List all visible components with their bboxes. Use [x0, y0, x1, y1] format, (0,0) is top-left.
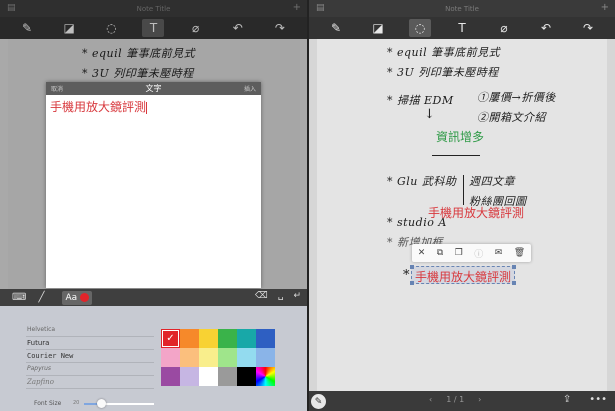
share-icon[interactable]: ⇪ [563, 394, 571, 405]
color-swatch[interactable] [237, 348, 256, 367]
handwriting-line: * 3U 列印筆未壓時程 [387, 66, 499, 79]
handwriting-line: 週四文章 [469, 175, 515, 188]
color-dot-icon [80, 293, 90, 302]
prev-page-button[interactable]: ‹ [429, 395, 432, 404]
undo-icon[interactable]: ↶ [535, 19, 557, 37]
color-swatch[interactable] [218, 329, 237, 348]
pen-icon[interactable]: ✎ [325, 19, 347, 37]
font-size-slider[interactable] [84, 403, 154, 405]
font-size-value: 20 [73, 400, 80, 406]
font-option[interactable]: Courier New [26, 350, 154, 363]
text-format-bar: ⌨ ╱ Aa ⌫ ␣ ↵ [0, 289, 307, 306]
text-icon[interactable]: T [451, 19, 473, 37]
dialog-header: 取消 文字 插入 [46, 82, 261, 95]
context-menu: ✕ ⧉ ❐ ⓘ ✉ 🗑 [412, 244, 531, 262]
color-swatch[interactable] [237, 367, 256, 386]
text-input-value: 手機用放大鏡評測 [50, 100, 147, 114]
cancel-button[interactable]: 取消 [51, 84, 63, 93]
color-swatch[interactable] [180, 329, 199, 348]
page-indicator: 1 / 1 [446, 395, 465, 404]
font-color-button[interactable]: Aa [62, 290, 93, 305]
aa-label: Aa [65, 292, 78, 303]
bottom-bar: ✎ ‹ 1 / 1 › ⇪ ••• [309, 391, 615, 411]
pen-tool-icon[interactable]: ✎ [311, 394, 326, 409]
green-text-box[interactable]: 資訊增多 [436, 128, 484, 145]
left-pane: ▤ Note Title + ✎ ◪ ◌ T ⌀ ↶ ↷ * equil 筆事底… [0, 0, 307, 411]
duplicate-icon[interactable]: ❐ [455, 248, 463, 258]
keyboard-icon[interactable]: ⌨ [12, 292, 26, 303]
color-swatch[interactable] [218, 348, 237, 367]
more-icon[interactable]: ••• [589, 394, 607, 405]
copy-icon[interactable]: ⧉ [437, 248, 443, 258]
handwriting-line: ①屢價→折價後 [477, 91, 556, 104]
insert-button[interactable]: 插入 [244, 84, 256, 93]
trash-icon[interactable]: 🗑 [514, 248, 525, 258]
color-swatch[interactable] [161, 367, 180, 386]
text-caret [146, 101, 148, 114]
note-title[interactable]: Note Title [445, 5, 479, 13]
resize-handle[interactable] [512, 281, 516, 285]
color-swatch[interactable] [199, 329, 218, 348]
info-icon[interactable]: ⓘ [474, 247, 483, 260]
notebook-icon[interactable]: ▤ [316, 3, 325, 13]
handwriting-line: * [403, 268, 410, 283]
redo-icon[interactable]: ↷ [577, 19, 599, 37]
pager: ‹ 1 / 1 › [429, 395, 481, 404]
add-icon[interactable]: + [601, 2, 609, 13]
color-swatch[interactable]: ✓ [161, 329, 180, 348]
attach-icon[interactable]: ⌀ [493, 19, 515, 37]
text-dialog: 取消 文字 插入 手機用放大鏡評測 [46, 82, 261, 288]
return-icon[interactable]: ↵ [293, 291, 301, 301]
color-swatch[interactable] [199, 348, 218, 367]
text-input[interactable]: 手機用放大鏡評測 [46, 95, 261, 118]
font-option[interactable]: Zapfino [26, 376, 154, 389]
handwriting-line: * studio A [387, 216, 447, 229]
color-swatch[interactable] [199, 367, 218, 386]
slider-knob[interactable] [97, 399, 106, 408]
color-swatch[interactable] [161, 348, 180, 367]
selected-text-box[interactable]: 手機用放大鏡評測 [410, 265, 516, 285]
delete-icon[interactable]: ⌫ [255, 291, 268, 301]
color-swatch[interactable] [180, 348, 199, 367]
color-palette: ✓ [161, 329, 275, 386]
next-page-button[interactable]: › [478, 395, 481, 404]
resize-handle[interactable] [410, 265, 414, 269]
handwriting-line: * 掃描 EDM [387, 94, 454, 107]
arrow-down-icon: ↓ [424, 107, 436, 122]
font-list: Helvetica Futura Courier New Papyrus Zap… [26, 324, 154, 389]
resize-handle[interactable] [410, 281, 414, 285]
color-swatch[interactable] [256, 348, 275, 367]
font-size-label: Font Size [34, 400, 62, 407]
resize-handle[interactable] [512, 265, 516, 269]
bracket-line [463, 175, 464, 205]
close-icon[interactable]: ✕ [418, 248, 426, 258]
handwriting-line: * equil 筆事底前見式 [387, 46, 501, 59]
underline [432, 155, 480, 156]
handwriting-line: * Glu 武科助 [387, 175, 457, 188]
selected-text: 手機用放大鏡評測 [415, 270, 512, 284]
font-option[interactable]: Helvetica [26, 324, 154, 337]
mail-icon[interactable]: ✉ [495, 248, 503, 258]
dialog-title: 文字 [145, 84, 162, 93]
color-swatch[interactable] [237, 329, 256, 348]
font-option[interactable]: Papyrus [26, 363, 154, 376]
color-swatch[interactable] [256, 329, 275, 348]
space-icon[interactable]: ␣ [278, 291, 284, 301]
handwriting-line: ②開箱文介紹 [477, 111, 546, 124]
color-swatch[interactable] [256, 367, 275, 386]
right-pane: ▤ Note Title + ✎ ◪ ◌ T ⌀ ↶ ↷ * equil 筆事底… [309, 0, 615, 411]
tool-bar: ✎ ◪ ◌ T ⌀ ↶ ↷ [309, 17, 615, 39]
color-swatch[interactable] [218, 367, 237, 386]
note-page[interactable]: * equil 筆事底前見式 * 3U 列印筆未壓時程 * 掃描 EDM ①屢價… [317, 39, 607, 391]
eraser-icon[interactable]: ◪ [367, 19, 389, 37]
font-option[interactable]: Futura [26, 337, 154, 350]
title-bar: ▤ Note Title + [309, 0, 615, 17]
pen-stroke-icon[interactable]: ╱ [38, 292, 44, 303]
color-swatch[interactable] [180, 367, 199, 386]
lasso-icon[interactable]: ◌ [409, 19, 431, 37]
